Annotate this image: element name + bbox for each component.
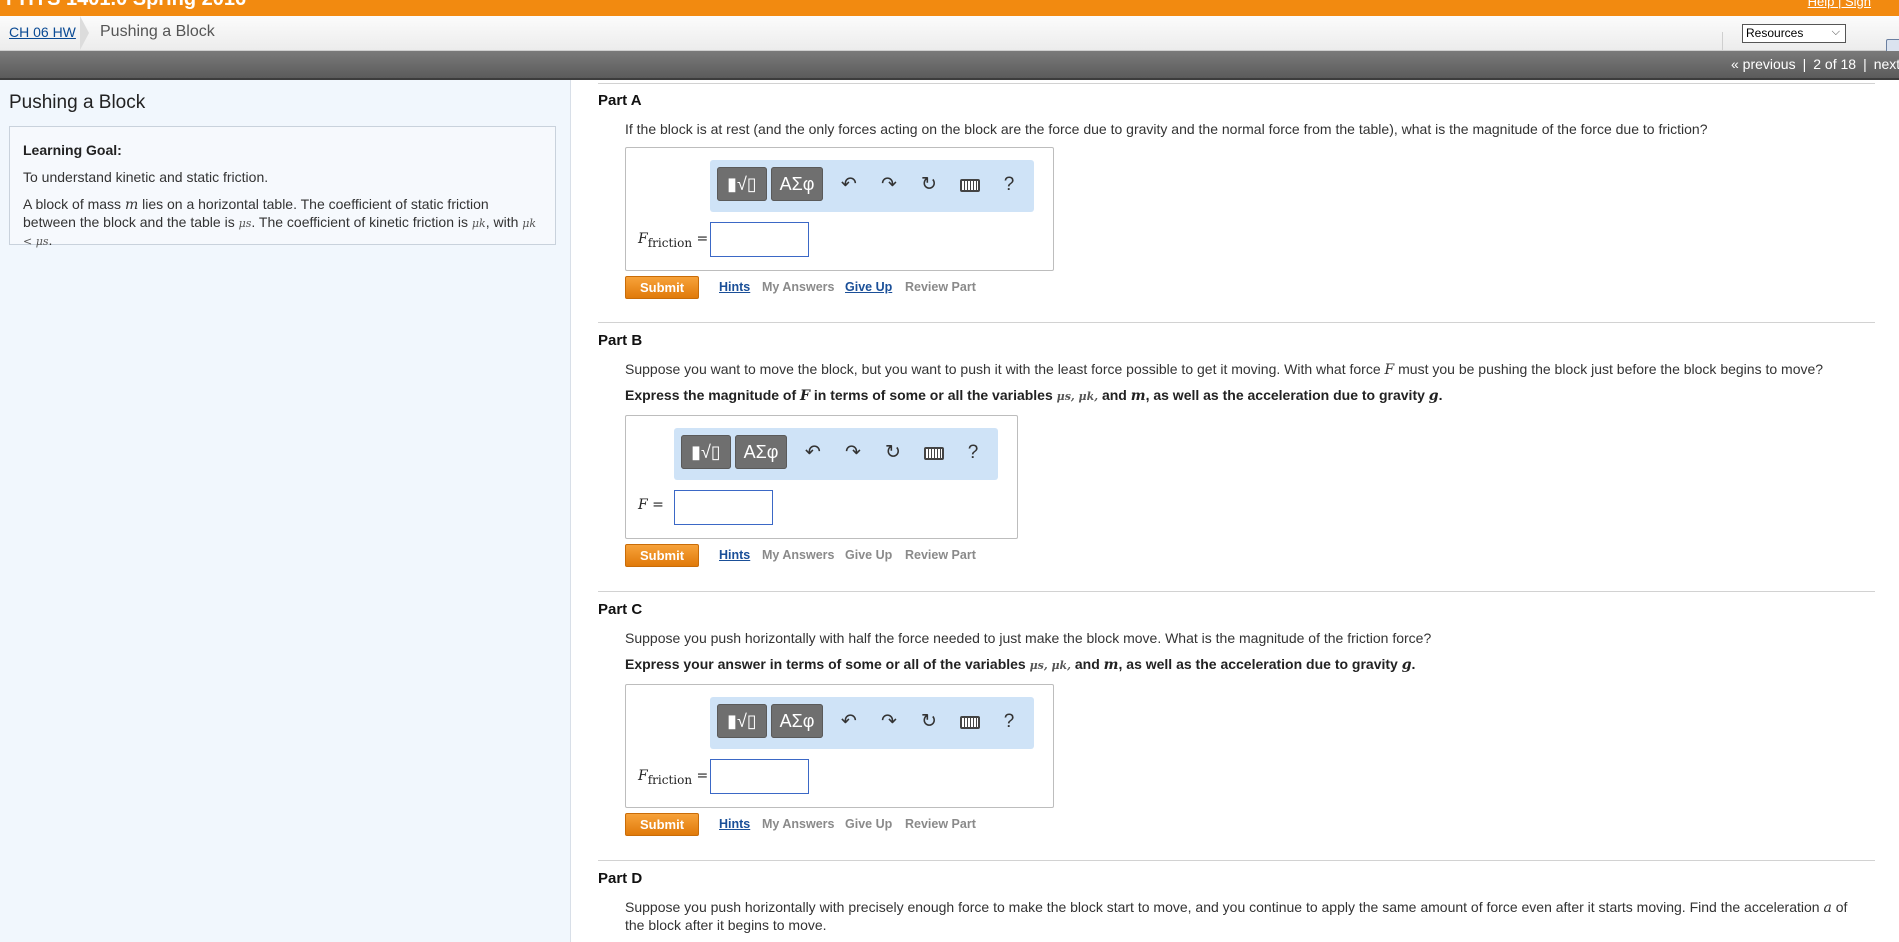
part-question: Suppose you push horizontally with half … [625, 630, 1432, 646]
part-title: Part A [598, 92, 642, 109]
greek-symbols-button[interactable]: ΑΣφ [771, 167, 823, 201]
chevron-down-icon: ⌵ [1831, 26, 1840, 38]
part-a: Part A If the block is at rest (and the … [598, 92, 1898, 312]
answer-input[interactable] [674, 490, 773, 525]
answer-variable-label: F = [638, 497, 664, 513]
part-title: Part B [598, 332, 643, 349]
next-link[interactable]: next » [1874, 56, 1899, 72]
answer-box: ▮√▯ ΑΣφ ↶ ↷ ↻ ? Ffriction = [625, 147, 1054, 271]
greek-symbols-button[interactable]: ΑΣφ [735, 435, 787, 469]
undo-icon[interactable]: ↶ [802, 442, 824, 464]
review-part-link[interactable]: Review Part [905, 548, 976, 562]
keyboard-icon[interactable] [960, 179, 980, 192]
equation-toolbar: ▮√▯ ΑΣφ ↶ ↷ ↻ ? [710, 160, 1034, 212]
help-icon[interactable]: ? [998, 174, 1020, 196]
hints-link[interactable]: Hints [719, 548, 750, 562]
course-title: PHYS 1401.0 Spring 2016 [6, 0, 246, 11]
breadcrumb-current: Pushing a Block [100, 23, 215, 40]
item-nav-bar: « previous|2 of 18|next » [0, 51, 1899, 80]
part-d: Part D Suppose you push horizontally wit… [598, 870, 1898, 942]
answer-input[interactable] [710, 222, 809, 257]
sidebar: Pushing a Block Learning Goal: To unders… [0, 80, 571, 942]
reset-icon[interactable]: ↻ [918, 711, 940, 733]
my-answers-link[interactable]: My Answers [762, 280, 834, 294]
reset-icon[interactable]: ↻ [882, 442, 904, 464]
undo-icon[interactable]: ↶ [838, 711, 860, 733]
give-up-link[interactable]: Give Up [845, 548, 892, 562]
help-icon[interactable]: ? [998, 711, 1020, 733]
part-question: If the block is at rest (and the only fo… [625, 121, 1708, 137]
review-part-link[interactable]: Review Part [905, 817, 976, 831]
help-icon[interactable]: ? [962, 442, 984, 464]
resources-label: Resources [1746, 26, 1804, 40]
hints-link[interactable]: Hints [719, 817, 750, 831]
part-c: Part C Suppose you push horizontally wit… [598, 601, 1898, 836]
divider [598, 322, 1875, 323]
part-instruction: Express your answer in terms of some or … [625, 656, 1416, 673]
redo-icon[interactable]: ↷ [878, 174, 900, 196]
learning-goal-box: Learning Goal: To understand kinetic and… [9, 126, 556, 248]
item-position: 2 of 18 [1813, 56, 1857, 72]
my-answers-link[interactable]: My Answers [762, 548, 834, 562]
goal-text: To understand kinetic and static frictio… [23, 169, 269, 185]
redo-icon[interactable]: ↷ [842, 442, 864, 464]
answer-box: ▮√▯ ΑΣφ ↶ ↷ ↻ ? Ffriction = [625, 684, 1054, 808]
templates-button[interactable]: ▮√▯ [717, 167, 767, 201]
divider [598, 83, 1875, 84]
main-content: Part A If the block is at rest (and the … [572, 80, 1899, 942]
my-answers-link[interactable]: My Answers [762, 817, 834, 831]
templates-button[interactable]: ▮√▯ [681, 435, 731, 469]
page-title: Pushing a Block [9, 92, 146, 113]
breadcrumb-separator [80, 16, 89, 50]
divider [598, 860, 1875, 861]
item-nav: « previous|2 of 18|next » [1731, 56, 1899, 72]
give-up-link[interactable]: Give Up [845, 817, 892, 831]
part-title: Part D [598, 870, 643, 887]
previous-link[interactable]: « previous [1731, 56, 1796, 72]
breadcrumb-link-assignment[interactable]: CH 06 HW [9, 24, 76, 40]
hints-link[interactable]: Hints [719, 280, 750, 294]
part-question: Suppose you want to move the block, but … [625, 361, 1824, 378]
keyboard-icon[interactable] [960, 716, 980, 729]
part-b: Part B Suppose you want to move the bloc… [598, 332, 1898, 567]
greek-symbols-button[interactable]: ΑΣφ [771, 704, 823, 738]
problem-description: A block of mass m lies on a horizontal t… [23, 196, 537, 248]
part-instruction: Express the magnitude of F in terms of s… [625, 387, 1443, 404]
submit-button[interactable]: Submit [625, 276, 699, 299]
templates-button[interactable]: ▮√▯ [717, 704, 767, 738]
answer-box: ▮√▯ ΑΣφ ↶ ↷ ↻ ? F = [625, 415, 1018, 539]
answer-input[interactable] [710, 759, 809, 794]
submit-button[interactable]: Submit [625, 544, 699, 567]
breadcrumb: CH 06 HW Pushing a Block Resources ⌵ [0, 16, 1899, 66]
part-question: Suppose you push horizontally with preci… [625, 899, 1848, 933]
give-up-link[interactable]: Give Up [845, 280, 892, 294]
part-title: Part C [598, 601, 643, 618]
course-header: PHYS 1401.0 Spring 2016 Help | Sign [0, 0, 1899, 16]
top-links[interactable]: Help | Sign [1808, 0, 1871, 9]
answer-variable-label: Ffriction = [638, 231, 709, 250]
reset-icon[interactable]: ↻ [918, 174, 940, 196]
divider [598, 591, 1875, 592]
goal-heading: Learning Goal: [23, 142, 122, 158]
undo-icon[interactable]: ↶ [838, 174, 860, 196]
equation-toolbar: ▮√▯ ΑΣφ ↶ ↷ ↻ ? [710, 697, 1034, 749]
review-part-link[interactable]: Review Part [905, 280, 976, 294]
submit-button[interactable]: Submit [625, 813, 699, 836]
answer-variable-label: Ffriction = [638, 768, 709, 787]
redo-icon[interactable]: ↷ [878, 711, 900, 733]
keyboard-icon[interactable] [924, 447, 944, 460]
equation-toolbar: ▮√▯ ΑΣφ ↶ ↷ ↻ ? [674, 428, 998, 480]
resources-dropdown[interactable]: Resources ⌵ [1742, 24, 1846, 43]
